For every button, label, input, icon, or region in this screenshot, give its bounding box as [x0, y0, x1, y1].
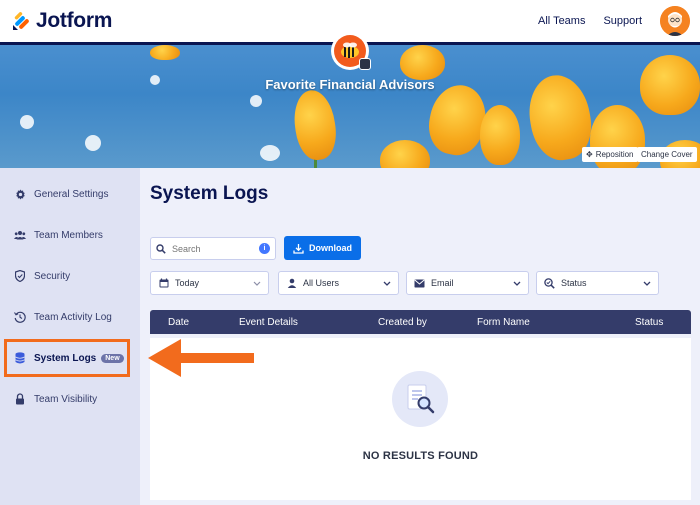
chevron-down-icon [643, 281, 651, 286]
pointer-arrow [148, 339, 254, 377]
column-header-event-details[interactable]: Event Details [239, 317, 298, 328]
sidebar-item-label: Team Visibility [34, 393, 98, 405]
white-flower [250, 95, 262, 107]
yellow-tulip [150, 45, 180, 60]
sidebar-item-label: Security [34, 270, 71, 282]
camera-icon[interactable] [359, 58, 371, 70]
status-filter-value: Status [561, 278, 587, 288]
white-flower [85, 135, 101, 151]
yellow-tulip [400, 45, 445, 80]
user-avatar-icon [660, 6, 690, 36]
users-filter-value: All Users [303, 278, 340, 288]
search-icon [156, 243, 166, 254]
users-icon [14, 229, 26, 241]
shield-icon [14, 270, 26, 282]
history-icon [14, 311, 26, 323]
status-search-icon [544, 277, 555, 289]
logs-table-header: Date Event Details Created by Form Name … [150, 310, 691, 334]
team-name: Favorite Financial Advisors [265, 77, 435, 92]
column-header-form-name[interactable]: Form Name [477, 317, 530, 328]
settings-sidebar [0, 168, 140, 505]
move-icon: ✥ [586, 150, 593, 159]
download-button[interactable]: Download [284, 236, 361, 260]
document-search-icon [407, 384, 435, 414]
jotform-logo-icon [13, 12, 29, 30]
type-filter-dropdown[interactable]: Email [406, 271, 529, 295]
yellow-tulip [290, 87, 340, 163]
sidebar-item-label: General Settings [34, 188, 109, 200]
column-header-date[interactable]: Date [168, 317, 189, 328]
status-filter-dropdown[interactable]: Status [536, 271, 659, 295]
white-flower [20, 115, 34, 129]
search-box[interactable]: i [150, 237, 276, 260]
change-cover-button[interactable]: Change Cover [637, 147, 697, 162]
date-filter-dropdown[interactable]: Today [150, 271, 269, 295]
column-header-status[interactable]: Status [635, 317, 663, 328]
download-icon [293, 243, 304, 254]
chevron-down-icon [253, 281, 261, 286]
date-filter-value: Today [175, 278, 200, 288]
jotform-logo[interactable]: Jotform [12, 9, 112, 33]
envelope-icon [414, 278, 425, 289]
chevron-down-icon [513, 281, 521, 286]
type-filter-value: Email [431, 278, 454, 288]
highlight-box [4, 339, 130, 377]
no-results-message: NO RESULTS FOUND [362, 450, 479, 462]
search-input[interactable] [172, 243, 250, 254]
calendar-icon [158, 278, 169, 289]
team-avatar[interactable] [331, 32, 371, 70]
lock-icon [14, 393, 26, 405]
column-header-created-by[interactable]: Created by [378, 317, 427, 328]
no-results-icon [392, 371, 448, 427]
white-flower [260, 145, 280, 161]
sidebar-item-team-members[interactable]: Team Members [0, 220, 140, 250]
page-title: System Logs [150, 183, 269, 204]
reposition-button[interactable]: ✥ Reposition [582, 147, 638, 162]
bee-icon [341, 42, 359, 58]
download-label: Download [309, 243, 352, 253]
support-link[interactable]: Support [603, 15, 642, 27]
info-icon[interactable]: i [259, 243, 270, 254]
reposition-label: Reposition [595, 150, 634, 159]
sidebar-item-security[interactable]: Security [0, 261, 140, 291]
yellow-tulip [480, 105, 520, 165]
gear-icon [14, 188, 26, 200]
sidebar-item-team-visibility[interactable]: Team Visibility [0, 384, 140, 414]
sidebar-item-label: Team Members [34, 229, 103, 241]
brand-name: Jotform [36, 9, 113, 32]
sidebar-item-label: Team Activity Log [34, 311, 112, 323]
users-filter-dropdown[interactable]: All Users [278, 271, 399, 295]
sidebar-item-general-settings[interactable]: General Settings [0, 179, 140, 209]
chevron-down-icon [383, 281, 391, 286]
user-icon [286, 278, 297, 289]
user-avatar[interactable] [660, 6, 690, 36]
change-cover-label: Change Cover [641, 150, 693, 159]
sidebar-item-team-activity-log[interactable]: Team Activity Log [0, 302, 140, 332]
all-teams-link[interactable]: All Teams [538, 15, 585, 27]
yellow-tulip [380, 140, 430, 168]
